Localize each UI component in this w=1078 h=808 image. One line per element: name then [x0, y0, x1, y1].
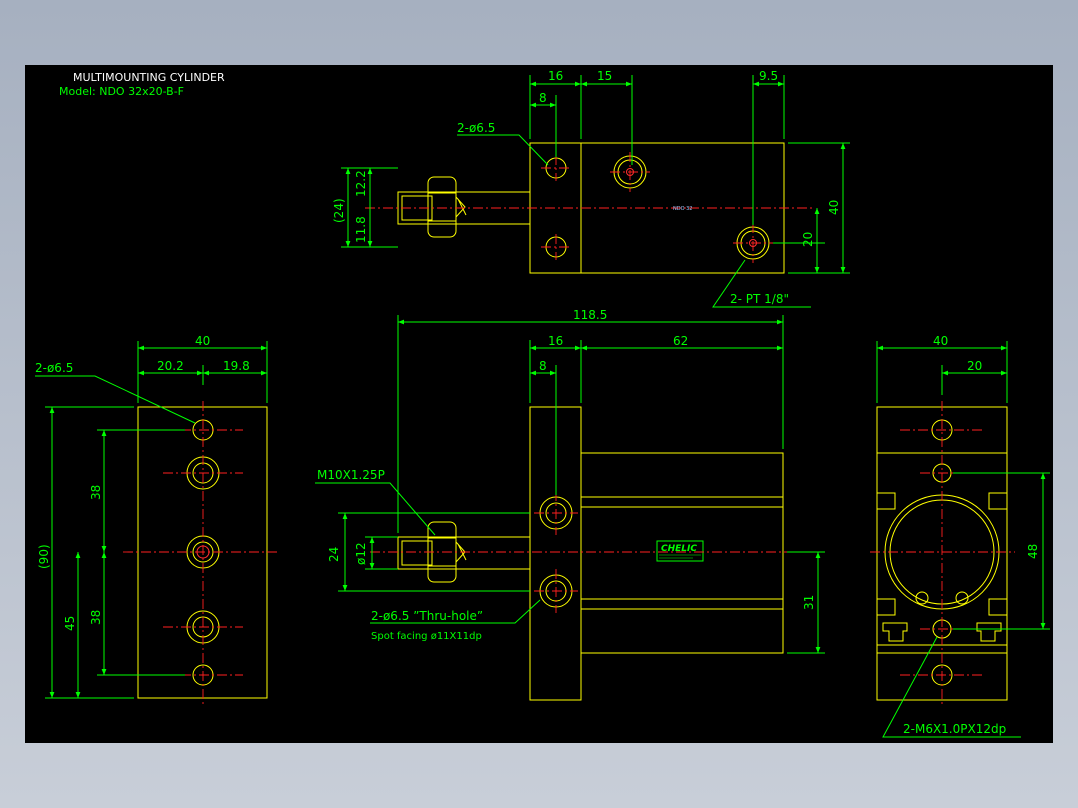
- top-dim-40: 40: [827, 200, 841, 215]
- top-view: NDO 32 16 15 9.5 8 2-ø6.5 2- PT 1/8" 12.…: [332, 69, 850, 308]
- front-hole-note: 2-ø6.5 ”Thru-hole”: [371, 609, 483, 623]
- left-view: 40 20.2 19.8 2-ø6.5 (90) 38 38 45: [35, 334, 277, 705]
- front-dim-8: 8: [539, 359, 547, 373]
- top-port-note: 2- PT 1/8": [730, 292, 789, 306]
- left-dim-40: 40: [195, 334, 210, 348]
- front-spot-note: Spot facing ø11X11dp: [371, 631, 482, 642]
- top-dim-20: 20: [801, 232, 815, 247]
- right-view: 40 20 48 2-M6X1.0PX12dp: [870, 334, 1050, 738]
- right-thread-note: 2-M6X1.0PX12dp: [903, 722, 1006, 736]
- front-dim-16: 16: [548, 334, 563, 348]
- left-dim-90-ref: (90): [37, 544, 51, 569]
- left-dim-20-2: 20.2: [157, 359, 184, 373]
- cad-drawing: MULTIMOUNTING CYLINDER Model: NDO 32x20-…: [35, 69, 1050, 738]
- right-slot-left: [882, 622, 908, 642]
- top-dim-11-8: 11.8: [354, 216, 368, 243]
- top-dim-24-ref: (24): [332, 198, 346, 223]
- brand-text: CHELIC: [661, 544, 697, 554]
- front-thread-note: M10X1.25P: [317, 468, 385, 482]
- model-label: Model: NDO 32x20-B-F: [59, 85, 184, 98]
- left-dim-19-8: 19.8: [223, 359, 250, 373]
- top-dim-15: 15: [597, 69, 612, 83]
- left-dim-45: 45: [63, 616, 77, 631]
- top-dim-16: 16: [548, 69, 563, 83]
- front-dim-62: 62: [673, 334, 688, 348]
- drawing-title: MULTIMOUNTING CYLINDER: [73, 71, 225, 84]
- drawing-canvas[interactable]: MULTIMOUNTING CYLINDER Model: NDO 32x20-…: [25, 65, 1053, 743]
- front-view: CHELIC 118.5 16 62 8 M10X1.25P 24 ø12 31…: [315, 308, 825, 701]
- front-dim-31: 31: [802, 595, 816, 610]
- top-center-tag: NDO 32: [673, 206, 692, 212]
- front-dim-118-5: 118.5: [573, 308, 607, 322]
- top-dim-8: 8: [539, 91, 547, 105]
- top-dim-12-2: 12.2: [354, 170, 368, 197]
- right-slot-right: [976, 622, 1002, 642]
- right-dim-20: 20: [967, 359, 982, 373]
- top-dim-9-5: 9.5: [759, 69, 778, 83]
- right-dim-40: 40: [933, 334, 948, 348]
- left-body-outline: [137, 406, 268, 699]
- front-dim-24: 24: [327, 547, 341, 562]
- right-dim-48: 48: [1026, 544, 1040, 559]
- top-hole-note: 2-ø6.5: [457, 121, 495, 135]
- left-dim-38-lower: 38: [89, 610, 103, 625]
- left-hole-note: 2-ø6.5: [35, 361, 73, 375]
- left-dim-38-upper: 38: [89, 485, 103, 500]
- front-dim-dia12: ø12: [354, 542, 368, 565]
